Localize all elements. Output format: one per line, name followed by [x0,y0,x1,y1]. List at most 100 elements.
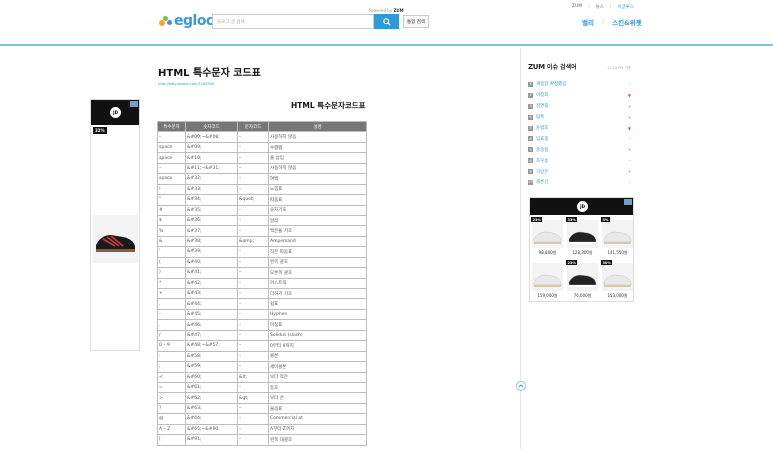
product-price: 141,550원 [607,250,628,255]
cell-char: space [157,152,186,164]
cell-charcode: – [237,162,269,175]
cell-charcode: – [237,141,269,154]
top-link-news[interactable]: 뉴스 [596,4,604,10]
cell-charcode: – [237,214,269,227]
cell-char: – [157,308,186,321]
tab-valley[interactable]: 밸리 [582,17,594,27]
cell-numcode: &#64; [185,413,238,425]
ad-info-icon[interactable] [130,101,138,107]
search-button[interactable] [374,14,399,29]
issue-ranking-widget: ZUM 이슈 검색어 12:15 PM 기준 1 개봉일 확정했음 –2 이정희 ▼ 3 김… [528,62,631,188]
cell-numcode: &#44; [185,298,238,310]
rank-keyword[interactable]: 송중립 [536,147,625,153]
search-input[interactable]: 블로그 글 검색 [212,14,374,29]
rank-number: 4 [528,114,533,120]
cell-charcode: – [237,350,269,363]
product-card[interactable]: 33% 128,300원 [566,217,599,257]
logo-bubbles-icon [158,14,172,28]
rank-keyword[interactable]: 가방은 [536,169,625,175]
cell-char: space [157,173,186,185]
table-row: / &#47; – Solidus (slash) [157,329,367,342]
post-title: HTML 특수문자 코드표 [158,68,261,79]
col-header-char: 특수문자 [157,120,186,133]
jd-logo: JD [110,107,121,118]
discount-badge: 23% [566,260,578,265]
cell-numcode: &#40; [185,256,238,269]
rank-number: 5 [528,125,533,131]
ranking-item[interactable]: 1 개봉일 확정했음 – [528,79,631,90]
cell-charcode: – [237,277,269,290]
ranking-item[interactable]: 6 임효중 – [528,133,631,144]
cell-char: A – Z [157,423,186,436]
product-card[interactable]: 23% 76,000원 [566,260,599,300]
cell-charcode: – [237,246,269,258]
table-row: – &#45; – Hyphen [157,308,367,321]
cell-charcode: – [237,131,269,143]
rank-keyword[interactable]: 개봉일 확정했음 [536,81,625,87]
cell-numcode: &#36; [185,214,238,227]
rank-change-icon: ▼ [627,125,631,131]
cell-char: ? [157,402,186,415]
cell-charcode: – [237,173,269,185]
cell-numcode: &#61; [185,381,238,394]
cell-numcode: &#62; [185,392,238,404]
cell-numcode: &#33; [185,183,238,196]
ranking-item[interactable]: 4 탐특 + [528,112,631,123]
rank-keyword[interactable]: 윤범조 [536,125,625,131]
cell-desc: 줄 삽입 [268,152,367,164]
cell-charcode: – [237,434,269,446]
table-row: space &#32; – 여백 [157,173,367,185]
scroll-top-button[interactable] [516,381,526,391]
cell-numcode: &#37; [185,225,238,237]
cell-char: , [157,298,186,310]
right-banner-ad[interactable]: JD 23% 98,800원 33% 128,300원 5% 141,550원 159,00… [529,197,634,302]
rank-change-icon: ▼ [627,92,631,98]
cell-numcode: &#91; [185,434,238,446]
product-card[interactable]: 30% 153,000원 [601,260,634,300]
rank-keyword[interactable]: 탐특 [536,114,625,120]
ranking-item[interactable]: 3 김연희 + [528,101,631,112]
rank-change-icon: – [629,136,631,142]
rank-keyword[interactable]: 조우승 [536,158,625,164]
ranking-item[interactable]: 5 윤범조 ▼ [528,123,631,134]
product-price: 153,000원 [607,293,628,298]
tab-skin-widget[interactable]: 스킨&위젯 [612,17,642,27]
rank-keyword[interactable]: 임효중 [536,136,625,142]
cell-desc: 사용하지 않음 [268,131,367,143]
left-banner-ad[interactable]: JD 32% [90,99,140,351]
table-row: % &#37; – 백분율 기호 [157,225,367,237]
product-card[interactable]: 23% 98,800원 [531,217,564,257]
product-card[interactable]: 5% 141,550원 [601,217,634,257]
cell-char: . [157,319,186,331]
cell-charcode: – [237,308,269,321]
cell-numcode: &#11;~&#31; [185,162,238,175]
product-price: 159,000원 [537,293,558,298]
cell-numcode: &#42; [185,277,238,290]
product-card[interactable]: 159,000원 [531,260,564,300]
top-link-egloos[interactable]: 이글루스 [617,4,634,10]
post-permalink[interactable]: http://bitty.egloos.com/1163940 [158,82,214,86]
ranking-item[interactable]: 9 가방은 + [528,166,631,177]
ranking-item[interactable]: 10 새론선 – [528,177,631,188]
cell-charcode: – [237,361,269,373]
table-row: = &#61; – 등호 [157,381,367,394]
cell-char: [ [157,434,186,446]
cell-charcode: – [237,329,269,342]
ranking-item[interactable]: 7 송중립 + [528,144,631,155]
cell-numcode: &#32; [185,173,238,185]
rank-keyword[interactable]: 김연희 [536,103,625,109]
rank-keyword[interactable]: 이정희 [536,92,625,98]
cell-char: 0 – 9 [157,340,186,352]
top-link-zum[interactable]: ZUM [572,4,582,10]
ranking-item[interactable]: 2 이정희 ▼ [528,90,631,101]
table-row: < &#60; &lt; 보다 작은 [157,371,367,383]
cell-numcode: &#10; [185,152,238,164]
integrated-search-button[interactable]: 통합 검색 [403,15,429,28]
ad-info-icon[interactable] [624,199,632,205]
cell-numcode: &#63; [185,402,238,415]
table-row: # &#35; – 숫자기호 [157,204,367,216]
cell-numcode: &#43; [185,287,238,300]
rank-change-icon: – [629,179,631,185]
rank-keyword[interactable]: 새론선 [536,179,625,185]
ranking-item[interactable]: 8 조우승 – [528,155,631,166]
